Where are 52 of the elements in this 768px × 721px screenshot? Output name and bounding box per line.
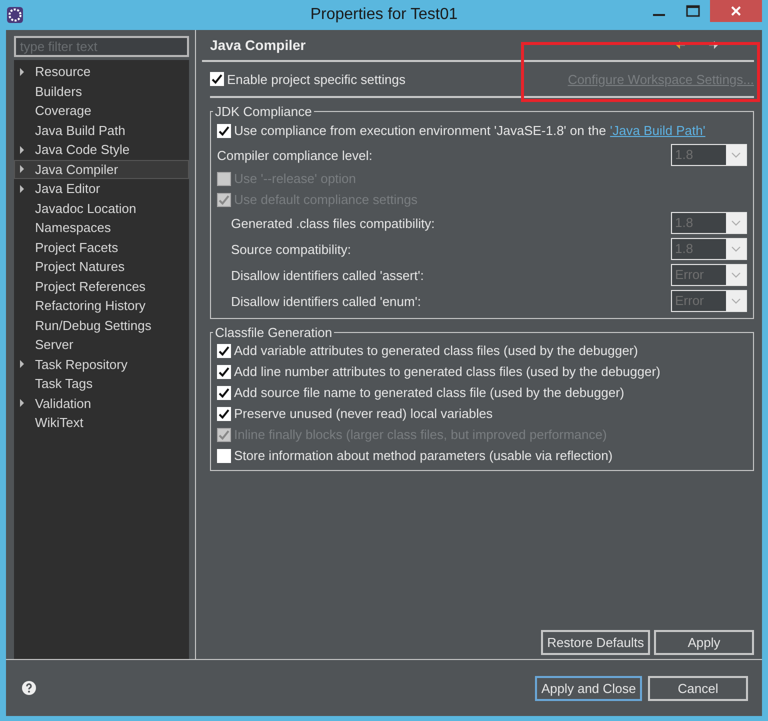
tree-item[interactable]: Coverage [14,101,189,120]
checkbox-label: Store information about method parameters (usable via reflection) [234,448,613,463]
checkbox-label: Enable project specific settings [227,72,406,86]
close-icon[interactable] [731,6,741,16]
app-icon [6,6,24,24]
maximize-icon[interactable] [686,5,700,17]
tree-item[interactable]: Project Facets [14,238,189,257]
field-label: Disallow identifiers called 'enum': [231,294,421,308]
tree-item[interactable]: Validation [14,394,189,413]
help-icon[interactable] [22,681,36,695]
tree-item[interactable]: Project Natures [14,257,189,276]
field-label: Generated .class files compatibility: [231,216,435,230]
checkbox-label: Add source file name to generated class file (used by the debugger) [234,385,624,400]
tree-item[interactable]: Java Editor [14,179,189,198]
checkbox-label: Use compliance from execution environment 'JavaSE-1.8' on the [234,123,606,138]
tree-item[interactable]: WikiText [14,413,189,432]
group-title: Classfile Generation [214,325,334,340]
tree-item[interactable]: Java Compiler [14,160,189,179]
expand-icon[interactable] [19,164,25,174]
back-icon[interactable] [676,41,686,49]
field-label: Source compatibility: [231,242,351,256]
apply-and-close-button[interactable]: Apply and Close [535,676,642,700]
checkbox-label: Add variable attributes to generated class files (used by the debugger) [234,343,638,358]
tree-item[interactable]: Task Repository [14,354,189,374]
tree-item[interactable]: Java Code Style [14,140,189,160]
tree-item[interactable]: Resource [14,62,189,82]
forward-icon[interactable] [708,41,718,49]
close-button[interactable] [710,0,762,22]
restore-defaults-button[interactable]: Restore Defaults [541,630,650,655]
expand-icon[interactable] [19,359,25,370]
tree-item[interactable]: Task Tags [14,374,189,394]
checkbox-label: Preserve unused (never read) local variables [234,406,493,421]
page-title: Java Compiler [210,37,306,53]
field-label: Compiler compliance level: [217,148,372,162]
window-title: Properties for Test01 [310,6,458,24]
tree-item[interactable]: Server [14,335,189,354]
expand-icon[interactable] [19,184,25,194]
group-title: JDK Compliance [214,104,313,119]
tree-item[interactable]: Namespaces [14,218,189,238]
tree-item[interactable]: Builders [14,82,189,101]
expand-icon[interactable] [19,144,25,155]
cancel-button[interactable]: Cancel [648,676,748,700]
tree-item[interactable]: Javadoc Location [14,198,189,218]
tree-item[interactable]: Java Build Path [14,120,189,140]
tree-item[interactable]: Refactoring History [14,296,189,316]
apply-button[interactable]: Apply [654,630,754,655]
checkbox-label: Add line number attributes to generated class files (used by the debugger) [234,364,660,379]
tree-item[interactable]: Project References [14,276,189,296]
tree-item[interactable]: Run/Debug Settings [14,316,189,335]
expand-icon[interactable] [19,398,25,408]
expand-icon[interactable] [19,66,25,77]
field-label: Disallow identifiers called 'assert': [231,268,424,282]
